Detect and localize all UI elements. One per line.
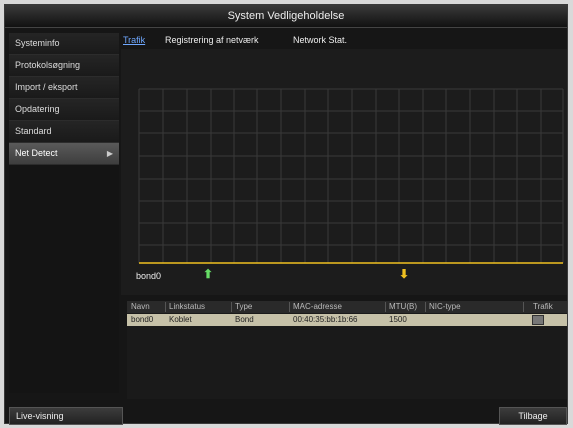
traffic-graph	[121, 49, 567, 295]
tab-traffic[interactable]: Trafik	[123, 35, 145, 45]
sidebar-item-label: Opdatering	[15, 104, 60, 114]
header-divider	[523, 302, 524, 312]
arrow-down-icon: ⬇	[399, 267, 410, 281]
traffic-graph-icon[interactable]	[532, 315, 544, 325]
tab-network-detection[interactable]: Registrering af netværk	[165, 35, 259, 45]
header-divider	[231, 302, 232, 312]
sidebar: Systeminfo Protokolsøgning Import / eksp…	[9, 33, 119, 393]
header-mtu: MTU(B)	[389, 302, 417, 311]
header-divider	[165, 302, 166, 312]
sidebar-item-label: Systeminfo	[15, 38, 60, 48]
tab-network-stat[interactable]: Network Stat.	[293, 35, 347, 45]
table-header-row: Navn Linkstatus Type MAC-adresse MTU(B) …	[127, 301, 567, 313]
header-divider	[289, 302, 290, 312]
sidebar-item-systeminfo[interactable]: Systeminfo	[9, 33, 119, 55]
nic-table: Navn Linkstatus Type MAC-adresse MTU(B) …	[127, 301, 567, 399]
system-maintenance-window: System Vedligeholdelse Systeminfo Protok…	[4, 4, 568, 425]
sidebar-item-default[interactable]: Standard	[9, 121, 119, 143]
header-type: Type	[235, 302, 253, 311]
cell-link-status: Koblet	[169, 315, 192, 324]
arrow-up-icon: ⬆	[203, 267, 214, 281]
sidebar-item-label: Net Detect	[15, 148, 58, 158]
chevron-right-icon: ▶	[106, 149, 113, 158]
header-mac: MAC-adresse	[293, 302, 342, 311]
cell-name: bond0	[131, 315, 154, 324]
sidebar-item-log-search[interactable]: Protokolsøgning	[9, 55, 119, 77]
sidebar-item-label: Import / eksport	[15, 82, 78, 92]
traffic-graph-grid	[138, 88, 564, 264]
header-traffic: Trafik	[533, 302, 553, 311]
cell-mac: 00:40:35:bb:1b:66	[293, 315, 358, 324]
sidebar-item-label: Standard	[15, 126, 52, 136]
back-button[interactable]: Tilbage	[499, 407, 567, 425]
live-view-button[interactable]: Live-visning	[9, 407, 123, 425]
header-divider	[385, 302, 386, 312]
header-name: Navn	[131, 302, 150, 311]
table-row[interactable]: bond0 Koblet Bond 00:40:35:bb:1b:66 1500	[127, 314, 567, 326]
header-divider	[425, 302, 426, 312]
header-nic-type: NIC-type	[429, 302, 461, 311]
cell-type: Bond	[235, 315, 254, 324]
sidebar-item-upgrade[interactable]: Opdatering	[9, 99, 119, 121]
cell-mtu: 1500	[389, 315, 407, 324]
sidebar-item-label: Protokolsøgning	[15, 60, 81, 70]
window-title: System Vedligeholdelse	[5, 5, 567, 28]
header-link-status: Linkstatus	[169, 302, 206, 311]
sidebar-item-net-detect[interactable]: Net Detect ▶	[9, 143, 119, 165]
interface-label: bond0	[136, 271, 162, 281]
sidebar-item-import-export[interactable]: Import / eksport	[9, 77, 119, 99]
